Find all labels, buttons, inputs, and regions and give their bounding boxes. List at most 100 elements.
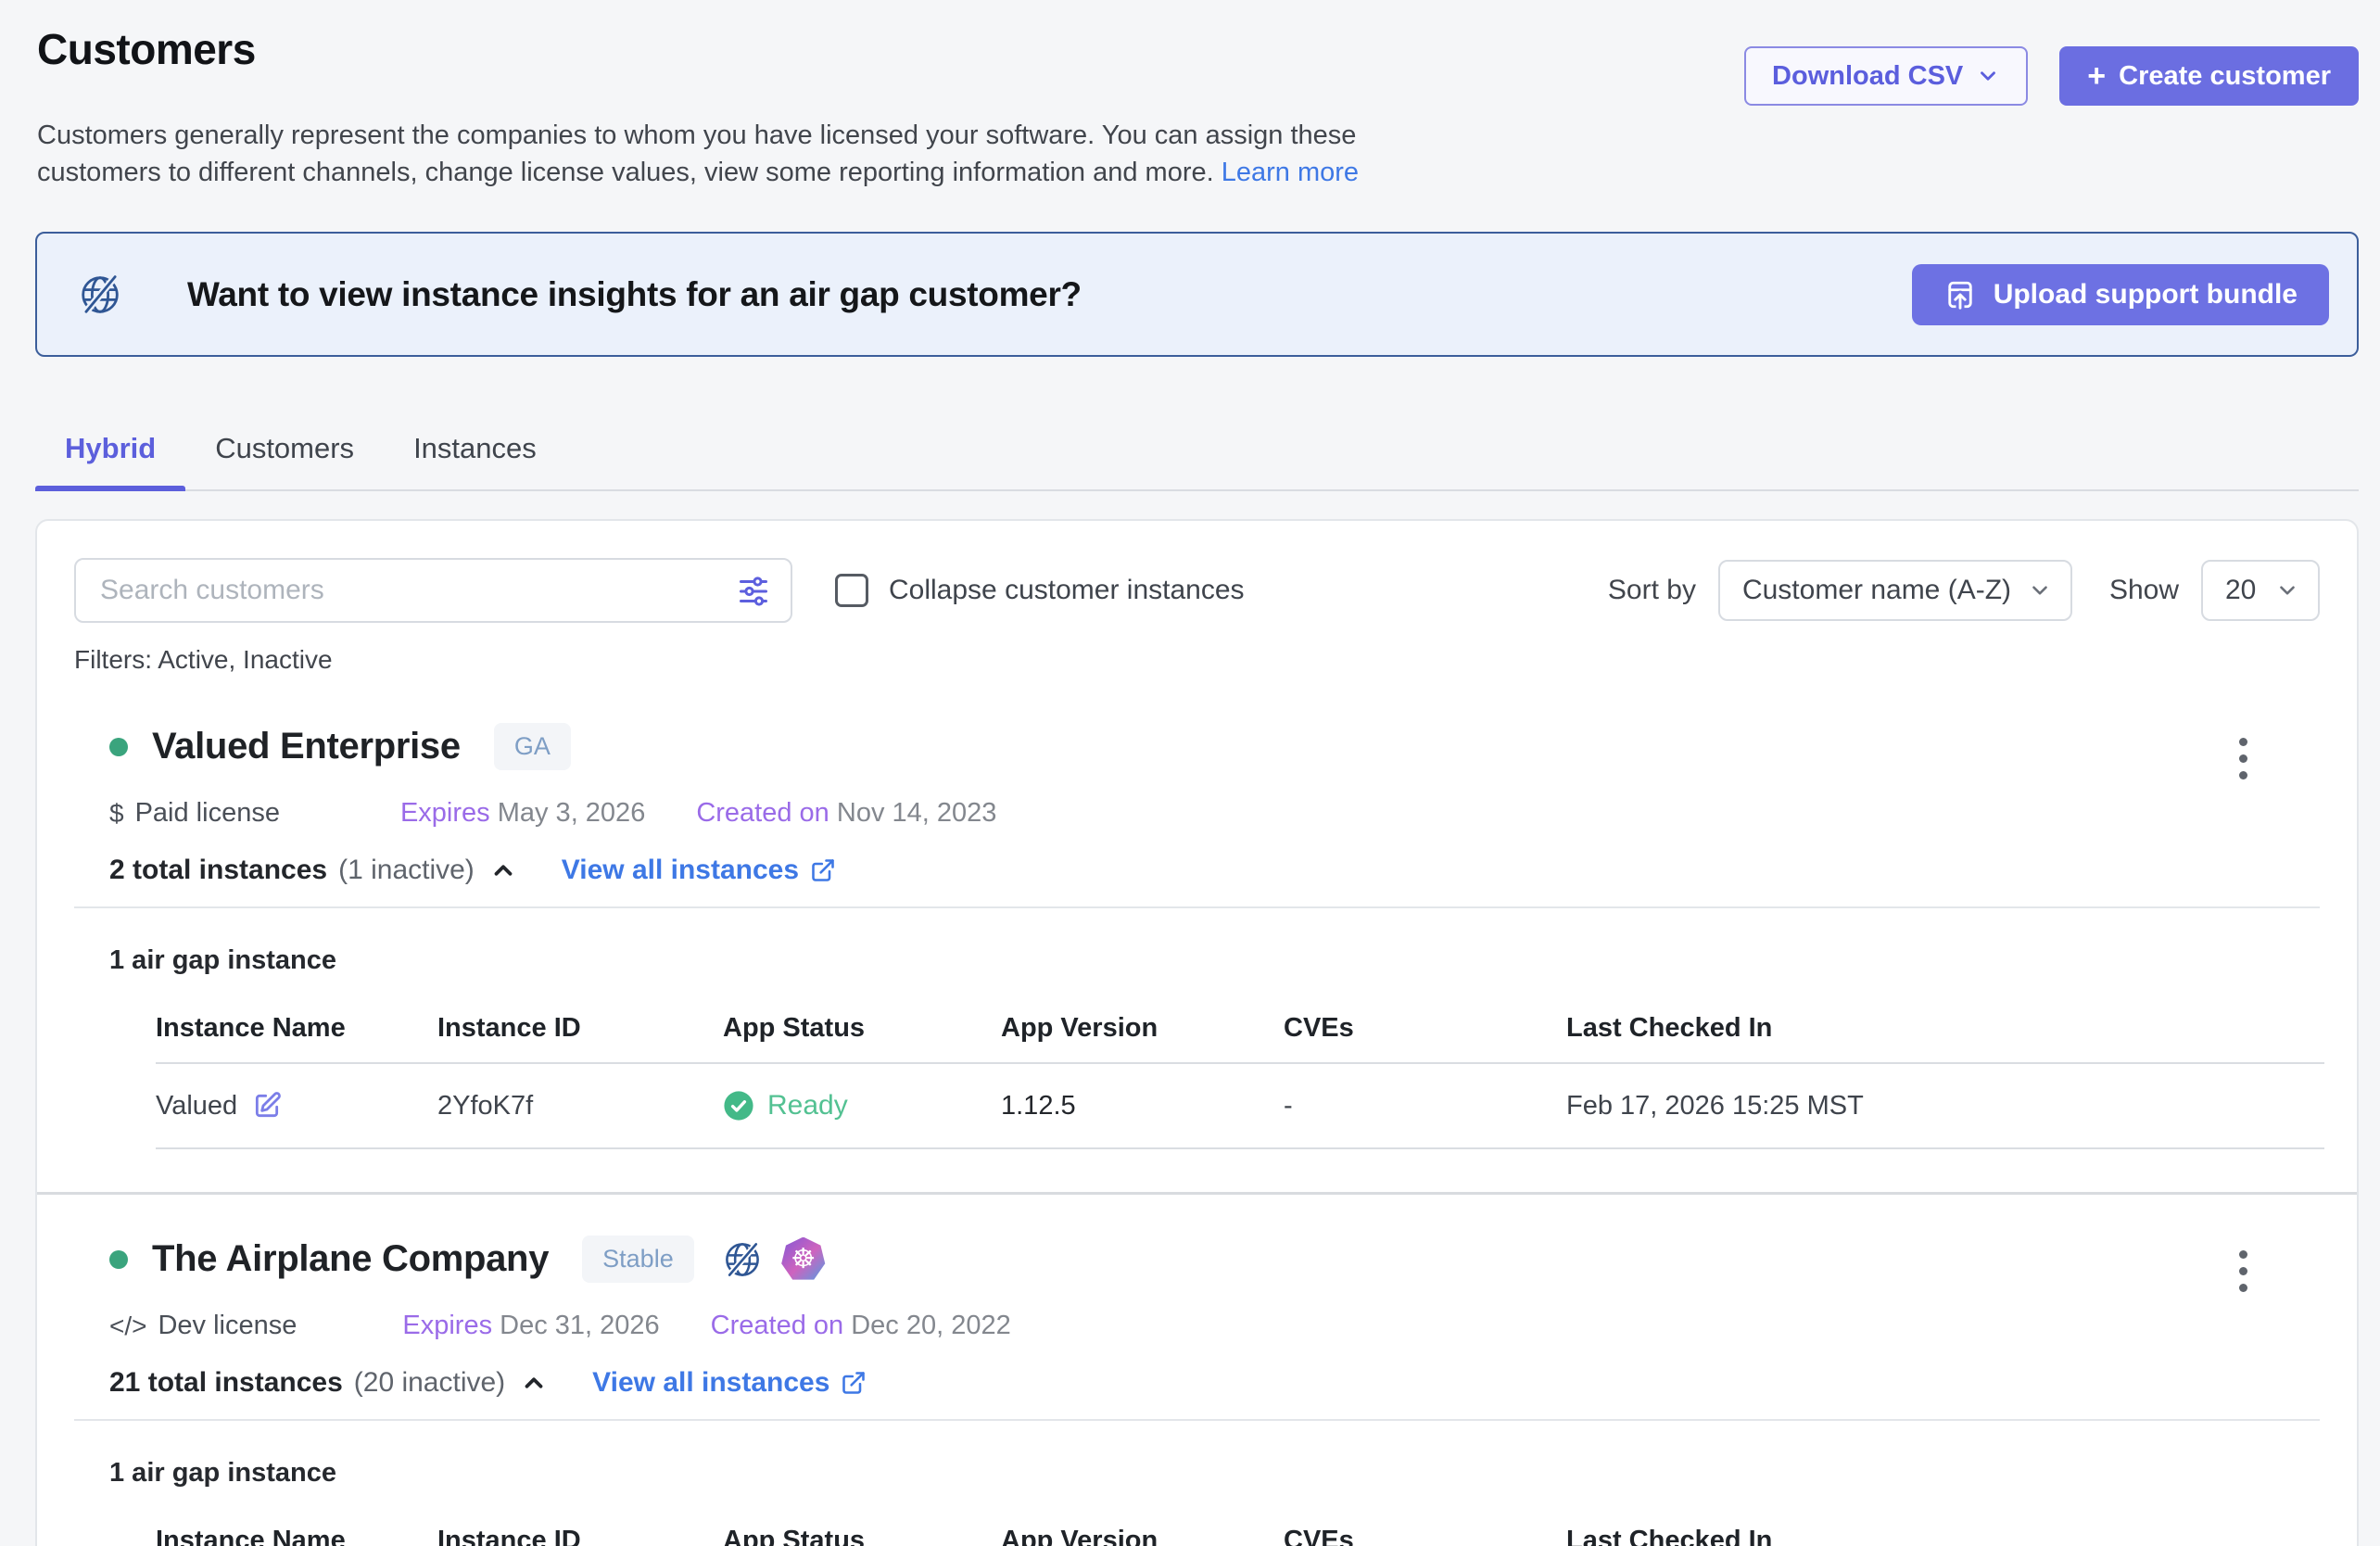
sort-by-value: Customer name (A-Z) (1742, 575, 2011, 606)
created-label: Created on (696, 798, 829, 828)
cves-value: - (1284, 1063, 1566, 1148)
tab-instances[interactable]: Instances (384, 415, 566, 491)
create-customer-button[interactable]: + Create customer (2059, 46, 2359, 106)
created-value: Dec 20, 2022 (851, 1311, 1011, 1340)
collapse-instances-label: Collapse customer instances (889, 575, 1245, 606)
col-cves: CVEs (1284, 1000, 1566, 1063)
collapse-instances-control[interactable]: Collapse customer instances (835, 574, 1245, 607)
customer-header: Valued Enterprise GA (74, 723, 2320, 770)
app-status: Ready (723, 1090, 1001, 1121)
edit-icon[interactable] (252, 1091, 282, 1121)
col-last-checked-in: Last Checked In (1566, 1513, 2324, 1546)
plus-icon: + (2087, 58, 2106, 95)
view-all-instances-link[interactable]: View all instances (562, 855, 836, 886)
dev-license-icon: </> (109, 1312, 146, 1341)
created-label: Created on (711, 1311, 844, 1340)
collapse-caret-icon[interactable] (489, 856, 517, 884)
upload-support-bundle-button[interactable]: Upload support bundle (1912, 264, 2329, 325)
customer-header: The Airplane Company Stable ☸ (74, 1236, 2320, 1283)
tab-customers[interactable]: Customers (185, 415, 384, 491)
expires-field: Expires Dec 31, 2026 (402, 1311, 659, 1341)
airgap-globe-icon (74, 269, 126, 321)
check-circle-icon (723, 1090, 754, 1121)
show-select[interactable]: 20 (2201, 560, 2320, 621)
created-field: Created on Nov 14, 2023 (696, 798, 996, 829)
sort-by-label: Sort by (1608, 575, 1696, 606)
col-instance-name: Instance Name (156, 1513, 437, 1546)
airgap-instance-heading: 1 air gap instance (109, 945, 2320, 976)
collapse-caret-icon[interactable] (520, 1369, 548, 1397)
license-type-label: Paid license (135, 798, 280, 829)
view-all-instances-link[interactable]: View all instances (592, 1367, 867, 1399)
license-row: $ Paid license Expires May 3, 2026 Creat… (109, 798, 2320, 829)
active-filters-label: Filters: Active, Inactive (74, 645, 2320, 675)
col-instance-name: Instance Name (156, 1000, 437, 1063)
customer-name[interactable]: The Airplane Company (152, 1238, 549, 1280)
customer-section-divider (37, 1192, 2357, 1195)
col-instance-id: Instance ID (437, 1513, 723, 1546)
chevron-down-icon (2275, 578, 2299, 602)
expires-value: Dec 31, 2026 (500, 1311, 660, 1340)
customers-panel: Collapse customer instances Sort by Cust… (35, 519, 2359, 1546)
chevron-down-icon (2028, 578, 2052, 602)
customer-name[interactable]: Valued Enterprise (152, 726, 461, 767)
view-all-instances-label: View all instances (592, 1367, 829, 1399)
created-field: Created on Dec 20, 2022 (711, 1311, 1011, 1341)
instances-total: 2 total instances (109, 855, 327, 886)
expires-value: May 3, 2026 (498, 798, 646, 828)
header-actions: Download CSV + Create customer (1744, 46, 2359, 106)
instance-row: Valued 2YfoK7f (156, 1063, 2324, 1148)
customer-card-airplane-company: The Airplane Company Stable ☸ </> Dev li… (74, 1236, 2320, 1546)
toolbar-right: Sort by Customer name (A-Z) Show 20 (1608, 560, 2320, 621)
instance-name: Valued (156, 1091, 237, 1121)
upload-support-bundle-label: Upload support bundle (1994, 279, 2298, 310)
col-app-version: App Version (1001, 1513, 1284, 1546)
instances-inactive: (20 inactive) (354, 1367, 505, 1399)
tab-hybrid[interactable]: Hybrid (35, 415, 185, 491)
search-input[interactable] (74, 558, 792, 623)
airgap-instance-heading: 1 air gap instance (109, 1458, 2320, 1489)
kebab-menu-icon[interactable] (2234, 1245, 2253, 1298)
instance-table: Instance Name Instance ID App Status App… (156, 1513, 2324, 1546)
filter-sliders-icon[interactable] (737, 575, 770, 608)
toolbar: Collapse customer instances Sort by Cust… (74, 558, 2320, 623)
search-wrap (74, 558, 792, 623)
airgap-globe-icon (720, 1237, 765, 1282)
learn-more-link[interactable]: Learn more (1222, 158, 1359, 187)
collapse-instances-checkbox[interactable] (835, 574, 868, 607)
expires-label: Expires (402, 1311, 492, 1340)
kebab-menu-icon[interactable] (2234, 732, 2253, 785)
view-all-instances-label: View all instances (562, 855, 799, 886)
instances-summary-row: 2 total instances (1 inactive) View all … (109, 855, 2320, 886)
col-cves: CVEs (1284, 1513, 1566, 1546)
col-app-status: App Status (723, 1000, 1001, 1063)
instances-summary-row: 21 total instances (20 inactive) View al… (109, 1367, 2320, 1399)
app-version: 1.12.5 (1001, 1063, 1284, 1148)
customer-capability-icons: ☸ (720, 1237, 826, 1282)
col-instance-id: Instance ID (437, 1000, 723, 1063)
external-link-icon (841, 1370, 867, 1396)
external-link-icon (810, 857, 836, 883)
col-app-version: App Version (1001, 1000, 1284, 1063)
license-type: $ Paid license (109, 798, 280, 829)
instance-table-header-row: Instance Name Instance ID App Status App… (156, 1513, 2324, 1546)
channel-badge: GA (494, 723, 571, 770)
col-last-checked-in: Last Checked In (1566, 1000, 2324, 1063)
download-csv-label: Download CSV (1772, 61, 1963, 92)
active-status-dot (109, 738, 128, 756)
upload-icon (1943, 278, 1977, 311)
paid-license-icon: $ (109, 799, 124, 829)
app-status-label: Ready (767, 1090, 848, 1121)
sort-by-select[interactable]: Customer name (A-Z) (1718, 560, 2072, 621)
license-type: </> Dev license (109, 1311, 297, 1341)
chevron-down-icon (1976, 64, 2000, 88)
kubernetes-icon: ☸ (781, 1237, 826, 1282)
page-description-text: Customers generally represent the compan… (37, 120, 1356, 187)
expires-label: Expires (400, 798, 490, 828)
create-customer-label: Create customer (2119, 61, 2331, 92)
banner-title: Want to view instance insights for an ai… (187, 275, 1082, 314)
instance-table-header-row: Instance Name Instance ID App Status App… (156, 1000, 2324, 1063)
download-csv-button[interactable]: Download CSV (1744, 46, 2028, 106)
page-description: Customers generally represent the compan… (37, 117, 1446, 191)
instances-inactive: (1 inactive) (338, 855, 475, 886)
